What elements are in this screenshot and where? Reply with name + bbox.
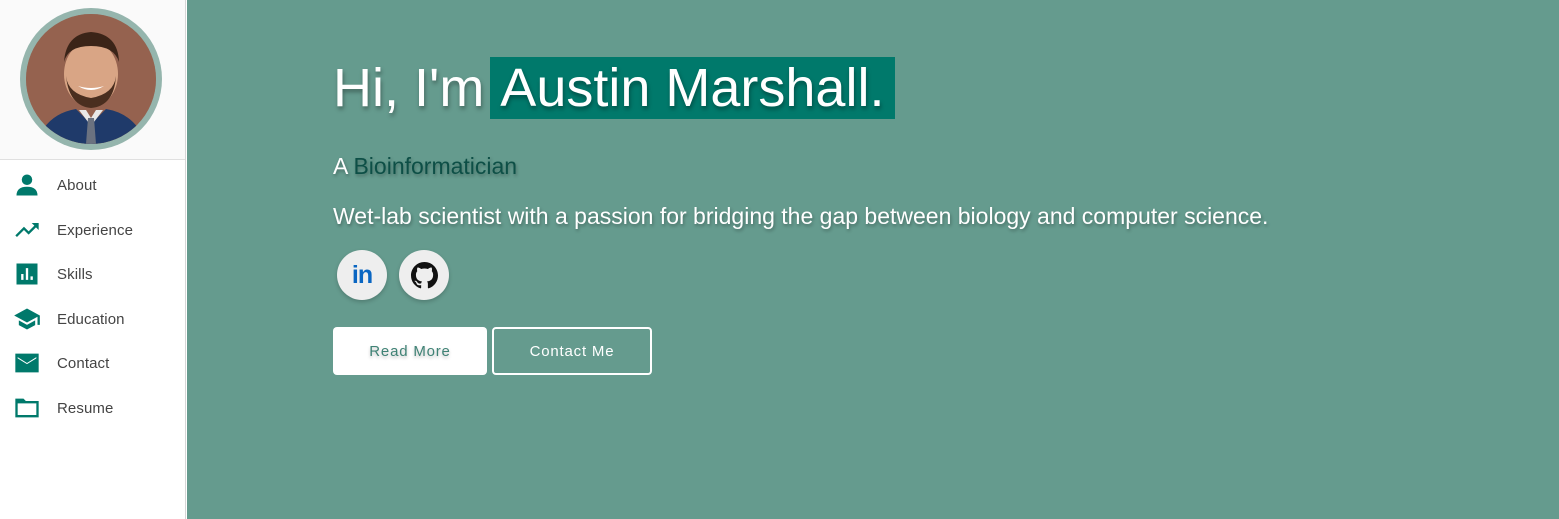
role-prefix: A xyxy=(333,153,348,179)
sidebar-item-experience[interactable]: Experience xyxy=(0,210,185,250)
hero-heading: Hi, I'm Austin Marshall. xyxy=(333,57,896,119)
sidebar-item-label: Skills xyxy=(57,265,93,283)
sidebar-item-label: Resume xyxy=(57,399,114,417)
contact-me-button[interactable]: Contact Me xyxy=(492,327,652,375)
sidebar: About Experience Skills Education Contac… xyxy=(0,0,186,519)
hero-tagline: Wet-lab scientist with a passion for bri… xyxy=(333,203,1269,229)
github-icon xyxy=(410,261,438,288)
sidebar-item-label: Experience xyxy=(57,221,134,239)
bar-chart-icon xyxy=(13,260,41,288)
linkedin-button[interactable]: in xyxy=(337,250,387,300)
avatar xyxy=(20,8,162,150)
linkedin-icon: in xyxy=(351,260,373,289)
trending-up-icon xyxy=(13,216,41,244)
sidebar-item-label: About xyxy=(57,176,97,194)
graduation-cap-icon xyxy=(13,305,41,333)
sidebar-item-skills[interactable]: Skills xyxy=(0,254,185,294)
read-more-button[interactable]: Read More xyxy=(333,327,487,375)
person-icon xyxy=(13,171,41,199)
hero-section: Hi, I'm Austin Marshall. A Bioinformatici… xyxy=(187,0,1559,519)
profile-header xyxy=(0,0,185,160)
sidebar-item-resume[interactable]: Resume xyxy=(0,388,185,428)
sidebar-item-label: Education xyxy=(57,310,125,328)
github-button[interactable] xyxy=(399,250,449,300)
sidebar-item-contact[interactable]: Contact xyxy=(0,343,185,383)
sidebar-item-education[interactable]: Education xyxy=(0,299,185,339)
greeting-prefix: Hi, I'm xyxy=(333,58,485,118)
folder-icon xyxy=(13,394,41,422)
role-text: Bioinformatician xyxy=(353,153,518,179)
mail-icon xyxy=(13,349,41,377)
hero-role: A Bioinformatician xyxy=(333,153,517,180)
hero-name: Austin Marshall. xyxy=(490,57,896,119)
sidebar-item-label: Contact xyxy=(57,354,110,372)
sidebar-item-about[interactable]: About xyxy=(0,165,185,205)
profile-photo xyxy=(26,14,156,144)
